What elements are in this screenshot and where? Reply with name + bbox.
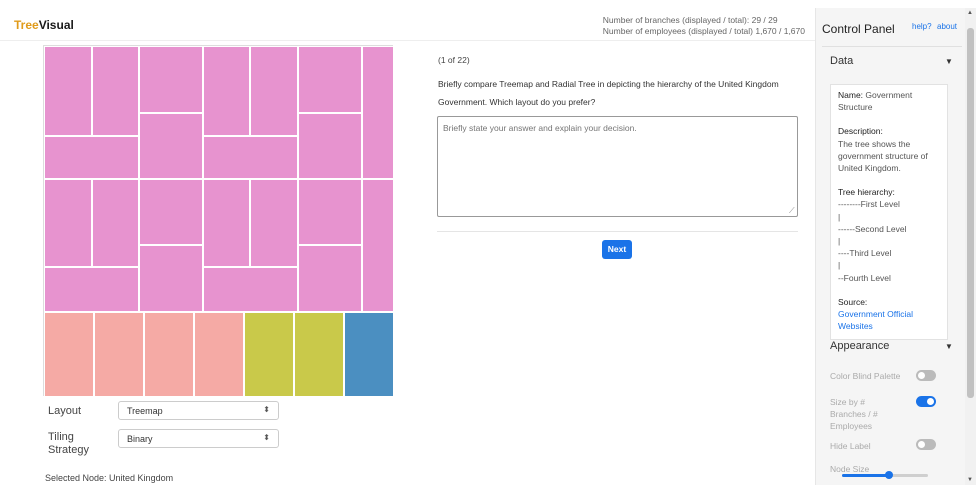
data-section-header[interactable]: Data bbox=[830, 55, 853, 67]
about-link[interactable]: about bbox=[937, 22, 957, 31]
treemap-node[interactable] bbox=[298, 46, 362, 113]
select-caret-icon: ⬍ bbox=[263, 405, 270, 414]
treemap-node[interactable] bbox=[244, 312, 294, 397]
slider-thumb[interactable] bbox=[885, 471, 894, 479]
treemap-node[interactable] bbox=[298, 245, 362, 312]
panel-divider bbox=[822, 46, 962, 47]
treemap-node[interactable] bbox=[44, 46, 92, 136]
selected-node-label: Selected Node: United Kingdom bbox=[45, 473, 174, 483]
hide-label-toggle[interactable] bbox=[916, 439, 936, 450]
layout-select[interactable]: Treemap ⬍ bbox=[118, 401, 279, 420]
brand-logo: TreeVisual bbox=[14, 18, 74, 32]
treemap-node[interactable] bbox=[203, 179, 250, 267]
app-window: TreeVisual Number of branches (displayed… bbox=[0, 0, 976, 485]
size-by-toggle[interactable] bbox=[916, 396, 936, 407]
name-key: Name: bbox=[838, 90, 864, 100]
control-panel: Control Panel help? about Data ▼ Name: G… bbox=[815, 8, 965, 485]
color-blind-toggle[interactable] bbox=[916, 370, 936, 381]
scrollbar-thumb[interactable] bbox=[967, 28, 974, 398]
employees-stat: Number of employees (displayed / total) … bbox=[602, 26, 805, 36]
treemap-node[interactable] bbox=[92, 179, 139, 267]
treemap-node[interactable] bbox=[139, 46, 203, 113]
scroll-up-icon[interactable]: ▲ bbox=[967, 10, 973, 16]
data-info-box: Name: Government Structure Description: T… bbox=[830, 84, 948, 340]
hide-label-label: Hide Label bbox=[830, 441, 871, 451]
treemap-node[interactable] bbox=[92, 46, 139, 136]
color-blind-label: Color Blind Palette bbox=[830, 371, 901, 381]
window-scrollbar[interactable]: ▲ ▼ bbox=[965, 8, 976, 485]
chevron-down-icon[interactable]: ▼ bbox=[945, 57, 953, 66]
source-key: Source: bbox=[838, 296, 868, 307]
tiling-select[interactable]: Binary ⬍ bbox=[118, 429, 279, 448]
treemap-node[interactable] bbox=[298, 179, 362, 245]
treemap-node[interactable] bbox=[44, 267, 139, 312]
hierarchy-line: | bbox=[838, 260, 841, 271]
treemap-node[interactable] bbox=[362, 46, 394, 179]
treemap-node[interactable] bbox=[144, 312, 194, 397]
treemap-chart bbox=[43, 45, 394, 397]
treemap-node[interactable] bbox=[250, 179, 298, 267]
select-caret-icon: ⬍ bbox=[263, 433, 270, 442]
hierarchy-line: ----Third Level bbox=[838, 248, 892, 259]
brand-suffix: Visual bbox=[38, 18, 74, 32]
hierarchy-key: Tree hierarchy: bbox=[838, 187, 895, 198]
panel-title: Control Panel bbox=[822, 22, 895, 36]
treemap-node[interactable] bbox=[203, 267, 298, 312]
brand-prefix: Tree bbox=[14, 18, 39, 32]
hierarchy-line: --Fourth Level bbox=[838, 272, 891, 283]
source-link[interactable]: Government Official Websites bbox=[838, 309, 913, 331]
treemap-node[interactable] bbox=[139, 245, 203, 312]
description-key: Description: bbox=[838, 126, 883, 137]
tiling-select-value: Binary bbox=[127, 434, 153, 444]
tiling-label: Tiling Strategy bbox=[48, 431, 89, 456]
scroll-down-icon[interactable]: ▼ bbox=[967, 477, 973, 483]
slider-fill bbox=[842, 474, 890, 477]
hierarchy-line: --------First Level bbox=[838, 199, 900, 210]
header-bar: TreeVisual Number of branches (displayed… bbox=[0, 8, 815, 41]
answer-textarea[interactable] bbox=[437, 116, 798, 217]
next-button[interactable]: Next bbox=[602, 240, 632, 259]
treemap-node[interactable] bbox=[344, 312, 394, 397]
hierarchy-line: | bbox=[838, 211, 841, 222]
help-link[interactable]: help? bbox=[912, 22, 932, 31]
hierarchy-line: | bbox=[838, 236, 841, 247]
treemap-node[interactable] bbox=[44, 136, 139, 179]
toggle-knob bbox=[927, 398, 934, 405]
treemap-node[interactable] bbox=[203, 46, 250, 136]
size-by-label: Size by # Branches / # Employees bbox=[830, 397, 878, 431]
treemap-node[interactable] bbox=[44, 312, 94, 397]
treemap-node[interactable] bbox=[94, 312, 144, 397]
layout-select-value: Treemap bbox=[127, 406, 163, 416]
layout-label: Layout bbox=[48, 405, 82, 417]
resize-grip-icon[interactable]: ⟋ bbox=[789, 207, 797, 215]
treemap-node[interactable] bbox=[44, 179, 92, 267]
treemap-node[interactable] bbox=[250, 46, 298, 136]
treemap-node[interactable] bbox=[139, 113, 203, 179]
chevron-down-icon[interactable]: ▼ bbox=[945, 342, 953, 351]
treemap-node[interactable] bbox=[294, 312, 344, 397]
hierarchy-line: ------Second Level bbox=[838, 223, 907, 234]
question-counter: (1 of 22) bbox=[438, 55, 470, 65]
treemap-node[interactable] bbox=[203, 136, 298, 179]
treemap-node[interactable] bbox=[362, 179, 394, 312]
toggle-knob bbox=[918, 372, 925, 379]
question-text: Briefly compare Treemap and Radial Tree … bbox=[438, 79, 779, 107]
treemap-node[interactable] bbox=[194, 312, 244, 397]
treemap-node[interactable] bbox=[139, 179, 203, 245]
treemap-node[interactable] bbox=[298, 113, 362, 179]
stats-block: Number of branches (displayed / total): … bbox=[603, 15, 805, 37]
appearance-section-header[interactable]: Appearance bbox=[830, 340, 889, 352]
node-size-slider[interactable] bbox=[842, 471, 928, 479]
divider bbox=[437, 231, 798, 232]
branches-stat: Number of branches (displayed / total): … bbox=[602, 15, 778, 25]
toggle-knob bbox=[918, 441, 925, 448]
description-value: The tree shows the government structure … bbox=[838, 138, 928, 174]
